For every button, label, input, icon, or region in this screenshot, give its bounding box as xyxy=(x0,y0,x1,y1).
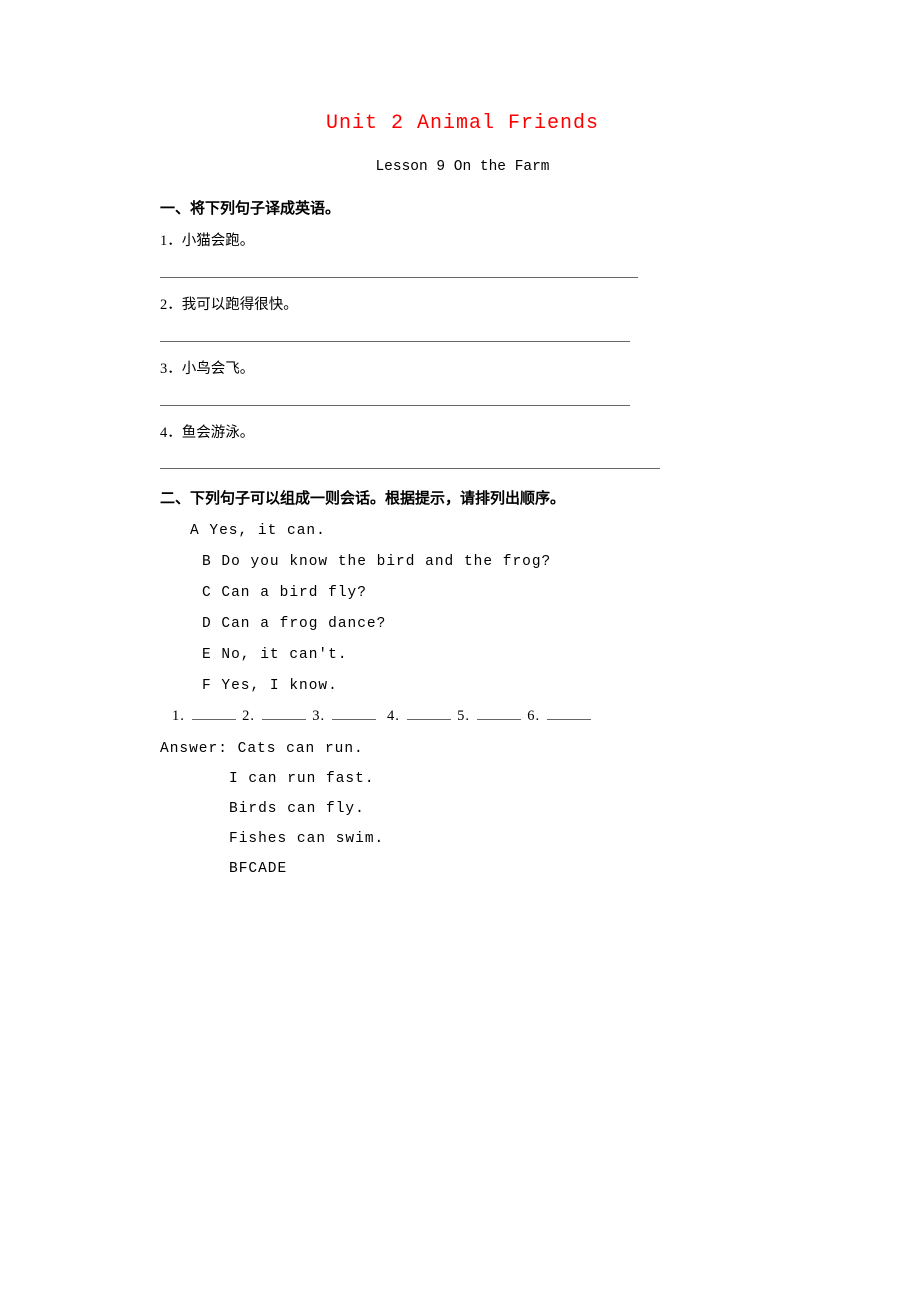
answer-line-5: BFCADE xyxy=(160,861,765,877)
option-d: D Can a frog dance? xyxy=(160,615,765,634)
q1-prompt: 1．小猫会跑。 xyxy=(160,232,765,251)
answer-line-1: Cats can run. xyxy=(238,741,364,757)
section-2-heading: 二、下列句子可以组成一则会话。根据提示，请排列出顺序。 xyxy=(160,487,765,508)
seq-blank-2[interactable] xyxy=(262,707,306,720)
answer-label: Answer: xyxy=(160,741,238,757)
q4-answer-blank[interactable] xyxy=(160,454,660,469)
page: Unit 2 Animal Friends Lesson 9 On the Fa… xyxy=(0,0,920,1302)
sequence-row: 1. 2. 3. 4. 5. 6. xyxy=(160,707,765,725)
q2-prompt: 2．我可以跑得很快。 xyxy=(160,296,765,315)
seq-blank-6[interactable] xyxy=(547,707,591,720)
answer-line-3: Birds can fly. xyxy=(160,801,765,817)
seq-label-1: 1. xyxy=(172,708,185,724)
q3-answer-blank[interactable] xyxy=(160,391,630,406)
option-c: C Can a bird fly? xyxy=(160,584,765,603)
unit-title: Unit 2 Animal Friends xyxy=(160,112,765,135)
q1-answer-blank[interactable] xyxy=(160,263,638,278)
option-a: A Yes, it can. xyxy=(160,522,765,541)
lesson-subtitle: Lesson 9 On the Farm xyxy=(160,159,765,175)
seq-blank-1[interactable] xyxy=(192,707,236,720)
q4-prompt: 4．鱼会游泳。 xyxy=(160,424,765,443)
answer-line-2: I can run fast. xyxy=(160,771,765,787)
q2-answer-blank[interactable] xyxy=(160,327,630,342)
option-f: F Yes, I know. xyxy=(160,677,765,696)
seq-blank-3[interactable] xyxy=(332,707,376,720)
option-b: B Do you know the bird and the frog? xyxy=(160,553,765,572)
seq-blank-4[interactable] xyxy=(407,707,451,720)
seq-blank-5[interactable] xyxy=(477,707,521,720)
seq-label-5: 5. xyxy=(457,708,470,724)
answer-label-line: Answer: Cats can run. xyxy=(160,741,765,757)
q3-prompt: 3．小鸟会飞。 xyxy=(160,360,765,379)
answer-line-4: Fishes can swim. xyxy=(160,831,765,847)
section-1-heading: 一、将下列句子译成英语。 xyxy=(160,197,765,218)
seq-label-6: 6. xyxy=(527,708,540,724)
option-e: E No, it can't. xyxy=(160,646,765,665)
seq-label-4: 4. xyxy=(387,708,400,724)
seq-label-2: 2. xyxy=(242,708,255,724)
seq-label-3: 3. xyxy=(312,708,325,724)
